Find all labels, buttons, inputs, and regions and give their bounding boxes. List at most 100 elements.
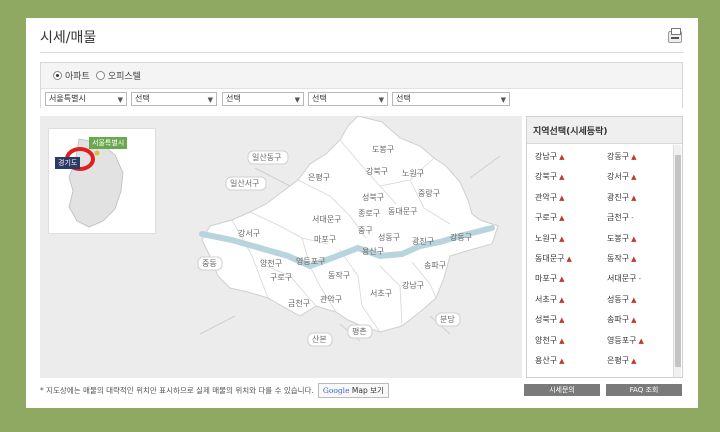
up-arrow-icon: ▲ (631, 153, 637, 161)
district-label[interactable]: 송파구 (424, 261, 446, 270)
region-item[interactable]: 서초구 ▲ (535, 294, 564, 305)
region-item[interactable]: 강동구 ▲ (607, 151, 636, 162)
region-item[interactable]: 은평구 ▲ (607, 355, 636, 366)
chevron-down-icon: ▼ (117, 96, 123, 104)
outer-city-label[interactable]: 중동 (202, 259, 217, 268)
district-select[interactable]: 선택 ▼ (131, 92, 217, 106)
google-map-button-label: Map 보기 (349, 386, 384, 395)
region-item[interactable]: 성북구 ▲ (535, 314, 564, 325)
district-label[interactable]: 중구 (358, 226, 373, 235)
district-label[interactable]: 양천구 (260, 258, 282, 268)
apartment-radio[interactable] (53, 71, 62, 80)
district-label[interactable]: 서초구 (370, 289, 392, 298)
region-name: 서대문구 (607, 274, 637, 284)
region-item[interactable]: 서대문구 - (607, 273, 641, 284)
district-label[interactable]: 광진구 (412, 236, 434, 246)
region-name: 용산구 (535, 356, 558, 365)
district-label[interactable]: 종로구 (358, 209, 380, 218)
faq-button[interactable]: FAQ 조회 (606, 384, 682, 396)
region-item[interactable]: 강북구 ▲ (535, 171, 564, 182)
outer-city-label[interactable]: 분당 (440, 314, 455, 324)
minimap-gyeonggi-label[interactable]: 경기도 (55, 157, 81, 169)
region-item[interactable]: 송파구 ▲ (607, 314, 636, 325)
district-label[interactable]: 강북구 (366, 166, 388, 176)
up-arrow-icon: ▲ (559, 295, 565, 304)
district-label[interactable]: 성동구 (378, 233, 400, 242)
region-item[interactable]: 광진구 ▲ (607, 192, 636, 203)
city-select[interactable]: 서울특별시 ▼ (45, 92, 127, 106)
minimap[interactable]: 서울특별시 경기도 (48, 128, 156, 234)
region-item[interactable]: 영등포구 ▲ (607, 335, 644, 346)
district-label[interactable]: 금천구 (288, 298, 310, 308)
outer-city-label[interactable]: 일산서구 (230, 178, 259, 188)
outer-city-label[interactable]: 산본 (312, 334, 327, 344)
officetel-radio-label[interactable]: 오피스텔 (108, 69, 141, 82)
district-label[interactable]: 동대문구 (388, 207, 417, 216)
region-item[interactable]: 강남구 ▲ (535, 151, 564, 162)
region-item[interactable]: 용산구 ▲ (535, 355, 564, 366)
region-name: 마포구 (535, 274, 558, 284)
region-name: 성동구 (607, 294, 630, 304)
district-label[interactable]: 중랑구 (418, 188, 440, 198)
outer-city-label[interactable]: 평촌 (352, 326, 367, 336)
district-label[interactable]: 강서구 (238, 228, 260, 238)
district-label[interactable]: 강동구 (450, 232, 472, 242)
region-item[interactable]: 강서구 ▲ (607, 171, 636, 182)
district-label[interactable]: 영등포구 (296, 256, 325, 266)
size-select[interactable]: 선택 ▼ (392, 92, 510, 106)
dong-select-value: 선택 (226, 94, 241, 103)
region-item[interactable]: 양천구 ▲ (535, 335, 564, 346)
region-item[interactable]: 동작구 ▲ (607, 253, 636, 264)
up-arrow-icon: ▲ (631, 234, 637, 243)
main-panel: 시세/매물 아파트 오피스텔 서울특별시 ▼ 선택 ▼ 선택 ▼ 선택 ▼ 선택 ▼ (26, 18, 698, 408)
chevron-down-icon: ▼ (207, 96, 213, 104)
district-label[interactable]: 성북구 (362, 193, 384, 202)
map-disclaimer: * 지도상에는 매물의 대략적인 위치만 표시하므로 실제 매물의 위치와 다를… (40, 383, 389, 398)
district-label[interactable]: 강남구 (402, 280, 424, 290)
region-item[interactable]: 동대문구 ▲ (535, 253, 572, 264)
district-label[interactable]: 서대문구 (312, 215, 341, 224)
price-inquiry-button[interactable]: 시세문의 (524, 384, 600, 396)
region-name: 강동구 (607, 152, 630, 161)
officetel-radio[interactable] (95, 71, 105, 80)
up-arrow-icon: ▲ (559, 316, 565, 325)
printer-icon[interactable] (668, 28, 682, 43)
region-item[interactable]: 노원구 ▲ (535, 233, 564, 244)
region-name: 광진구 (607, 192, 630, 202)
chevron-down-icon: ▼ (294, 96, 300, 104)
disclaimer-text: * 지도상에는 매물의 대략적인 위치만 표시하므로 실제 매물의 위치와 다를… (40, 386, 314, 395)
district-label[interactable]: 은평구 (308, 172, 330, 182)
district-label[interactable]: 도봉구 (372, 145, 394, 154)
district-label[interactable]: 관악구 (320, 294, 342, 304)
region-list-scrollbar[interactable] (673, 145, 681, 377)
district-label[interactable]: 용산구 (362, 246, 384, 256)
up-arrow-icon: ▲ (559, 153, 565, 161)
minimap-seoul-label[interactable]: 서울특별시 (89, 137, 128, 149)
complex-select-value: 선택 (312, 94, 327, 103)
region-item[interactable]: 성동구 ▲ (607, 294, 636, 305)
dong-select[interactable]: 선택 ▼ (222, 92, 304, 106)
region-item[interactable]: 구로구 ▲ (535, 212, 564, 223)
up-arrow-icon: ▲ (559, 275, 565, 284)
no-change-icon: - (638, 275, 641, 284)
up-arrow-icon: ▲ (559, 193, 565, 202)
district-label[interactable]: 동작구 (328, 270, 350, 280)
apartment-radio-label[interactable]: 아파트 (65, 69, 90, 82)
region-item[interactable]: 금천구 - (607, 212, 634, 223)
district-label[interactable]: 마포구 (314, 235, 336, 244)
district-label[interactable]: 노원구 (402, 169, 424, 178)
district-select-value: 선택 (135, 94, 150, 103)
region-item[interactable]: 마포구 ▲ (535, 273, 564, 284)
seoul-outline (201, 116, 499, 333)
region-item[interactable]: 도봉구 ▲ (607, 233, 636, 244)
up-arrow-icon: ▲ (559, 234, 565, 243)
outer-city-label[interactable]: 일산동구 (252, 152, 281, 162)
complex-select[interactable]: 선택 ▼ (308, 92, 388, 106)
seoul-map[interactable]: 도봉구강북구 노원구 은평구성북구 중랑구종로구 동대문구서대문구중구마포구용산구 성동구… (40, 116, 522, 378)
region-name: 강북구 (535, 172, 558, 182)
google-map-button[interactable]: Google Map 보기 (317, 383, 389, 398)
page-title: 시세/매물 (40, 30, 97, 46)
region-item[interactable]: 관악구 ▲ (535, 192, 564, 203)
scrollbar-thumb[interactable] (675, 155, 681, 367)
district-label[interactable]: 구로구 (270, 273, 292, 282)
